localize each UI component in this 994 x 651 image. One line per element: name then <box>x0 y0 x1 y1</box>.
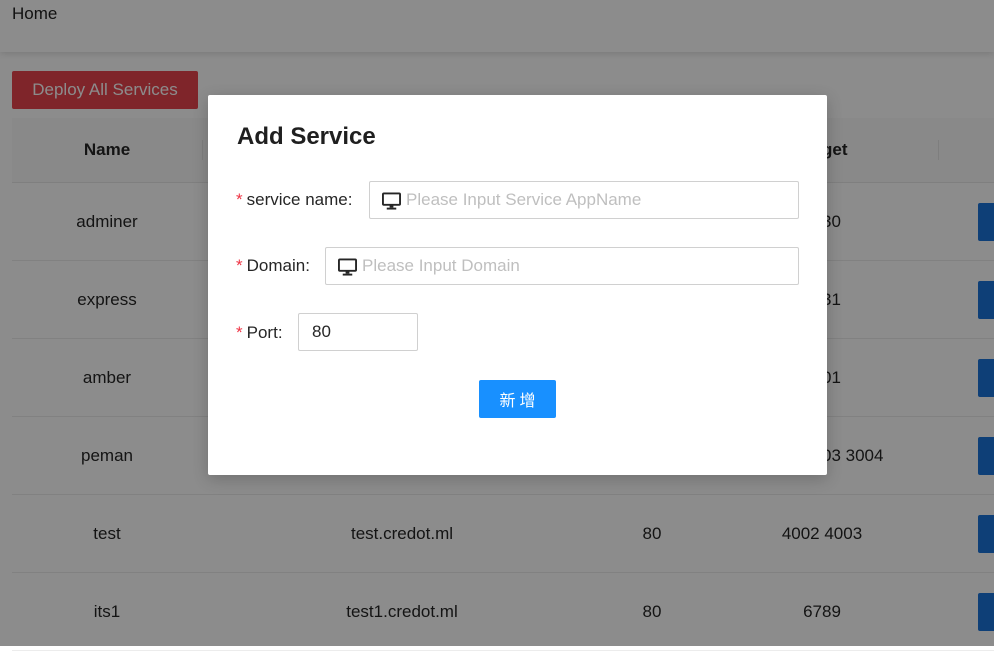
service-name-input[interactable] <box>406 182 786 218</box>
required-mark: * <box>236 256 243 275</box>
port-label: * Port: <box>236 323 283 342</box>
domain-label-text: Domain <box>246 256 306 275</box>
add-submit-button[interactable]: 新增 <box>479 380 556 418</box>
port-input[interactable] <box>298 313 418 351</box>
required-mark: * <box>236 323 243 342</box>
domain-field[interactable] <box>325 247 799 285</box>
desktop-icon <box>338 258 357 276</box>
required-mark: * <box>236 190 243 209</box>
port-label-text: Port <box>246 323 278 342</box>
service-name-label-text: service name <box>246 190 348 209</box>
domain-input[interactable] <box>362 248 786 284</box>
service-name-label: * service name: <box>236 190 353 209</box>
modal-title: Add Service <box>237 123 376 150</box>
domain-label: * Domain: <box>236 256 310 275</box>
service-name-field[interactable] <box>369 181 799 219</box>
add-service-modal: Add Service *service name: *Domain: *Por… <box>208 95 827 475</box>
desktop-icon <box>382 192 401 210</box>
